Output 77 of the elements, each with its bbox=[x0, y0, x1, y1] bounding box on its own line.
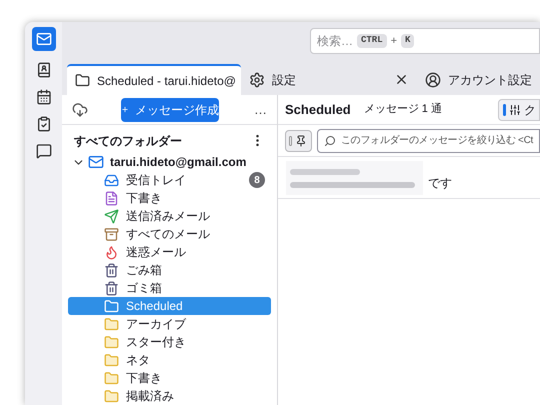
folder-title: Scheduled bbox=[285, 100, 351, 119]
tab[interactable]: Scheduled - tarui.hideto@ bbox=[67, 64, 242, 95]
close-icon[interactable] bbox=[394, 72, 409, 87]
folder-item[interactable]: 下書き bbox=[68, 369, 271, 387]
folder-item[interactable]: アーカイブ bbox=[68, 315, 271, 333]
folder-name: 送信済みメール bbox=[126, 208, 211, 225]
tab[interactable]: 設定 bbox=[241, 64, 417, 95]
folder-name: 掲載済み bbox=[126, 388, 175, 405]
folder-name: すべてのメール bbox=[126, 226, 211, 243]
folder-name: ごみ箱 bbox=[126, 262, 163, 279]
folder-icon bbox=[104, 370, 119, 386]
sliders-icon bbox=[509, 104, 521, 116]
search-placeholder: 検索… bbox=[317, 33, 353, 50]
mail-icon bbox=[36, 31, 52, 47]
person-icon bbox=[425, 72, 441, 88]
keyboard-key: K bbox=[401, 34, 414, 48]
folder-icon bbox=[104, 352, 119, 368]
folder-item[interactable]: ゴミ箱 bbox=[68, 279, 271, 297]
folder-item[interactable]: 掲載済み bbox=[68, 387, 271, 405]
folder-name: 迷惑メール bbox=[126, 244, 187, 261]
folder-item[interactable]: 迷惑メール bbox=[68, 243, 271, 261]
address-book-icon[interactable] bbox=[36, 62, 52, 78]
message-subject: です bbox=[428, 175, 452, 192]
folder-icon bbox=[75, 73, 90, 88]
folder-name: ゴミ箱 bbox=[126, 280, 163, 297]
folder-item[interactable]: スター付き bbox=[68, 333, 271, 351]
folder-icon bbox=[104, 334, 119, 350]
folder-name: 下書き bbox=[126, 190, 163, 207]
folder-item[interactable]: 送信済みメール bbox=[68, 207, 271, 225]
document-icon bbox=[104, 190, 119, 206]
filter-field[interactable]: このフォルダーのメッセージを絞り込む <Ct bbox=[316, 128, 540, 152]
cloud-download-icon[interactable] bbox=[72, 102, 88, 118]
folder-item[interactable]: 受信トレイ 8 bbox=[68, 171, 271, 189]
inbox-icon bbox=[104, 172, 119, 188]
settings-icon bbox=[249, 72, 266, 88]
plus-sign: + bbox=[390, 34, 398, 49]
pin-button[interactable] bbox=[285, 130, 312, 152]
account-name: tarui.hideto@gmail.com bbox=[110, 154, 246, 171]
folder-name: アーカイブ bbox=[126, 316, 187, 333]
keyboard-key: CTRL bbox=[357, 34, 387, 48]
folder-pane-header: すべてのフォルダー bbox=[74, 132, 183, 150]
folder-item[interactable]: すべてのメール bbox=[68, 225, 271, 243]
trash-icon bbox=[104, 262, 119, 278]
tab-label: アカウント設定 bbox=[448, 72, 532, 88]
folder-icon bbox=[104, 316, 119, 332]
folder-icon bbox=[104, 298, 119, 314]
mail-icon bbox=[88, 154, 104, 170]
pin-icon bbox=[295, 134, 308, 146]
quick-filter-button[interactable]: ク bbox=[498, 98, 540, 120]
clipboard-icon[interactable] bbox=[36, 116, 52, 132]
calendar-icon[interactable] bbox=[36, 89, 52, 105]
search-field[interactable]: 検索… CTRL + K bbox=[310, 28, 540, 54]
account-row[interactable]: tarui.hideto@gmail.com bbox=[62, 153, 277, 171]
folder-item[interactable]: ネタ bbox=[68, 351, 271, 369]
folder-name: 下書き bbox=[126, 370, 163, 387]
unread-count: 8 bbox=[249, 172, 265, 188]
folder-name: スター付き bbox=[126, 334, 187, 351]
message-count: メッセージ 1 通 bbox=[364, 102, 442, 118]
tab[interactable]: アカウント設定 bbox=[417, 64, 540, 95]
filter-placeholder: このフォルダーのメッセージを絞り込む <Ct bbox=[340, 134, 533, 148]
folder-name: Scheduled bbox=[126, 298, 184, 315]
mail-button[interactable] bbox=[32, 27, 56, 51]
trash-icon bbox=[104, 280, 119, 296]
flame-icon bbox=[104, 244, 119, 260]
folder-item[interactable]: 下書き bbox=[68, 189, 271, 207]
folder-item[interactable]: ごみ箱 bbox=[68, 261, 271, 279]
box-icon bbox=[104, 226, 119, 242]
more-button[interactable]: … bbox=[254, 103, 267, 116]
search-icon bbox=[324, 134, 336, 146]
tab-label: 設定 bbox=[272, 72, 298, 88]
paper-plane-icon bbox=[104, 208, 119, 224]
compose-button[interactable]: メッセージ作成 bbox=[121, 98, 219, 122]
folder-name: ネタ bbox=[126, 352, 151, 369]
chat-icon[interactable] bbox=[36, 143, 52, 159]
folder-name: 受信トレイ bbox=[126, 172, 187, 189]
tab-label: Scheduled - tarui.hideto@ bbox=[97, 72, 236, 90]
folder-icon bbox=[104, 388, 119, 404]
